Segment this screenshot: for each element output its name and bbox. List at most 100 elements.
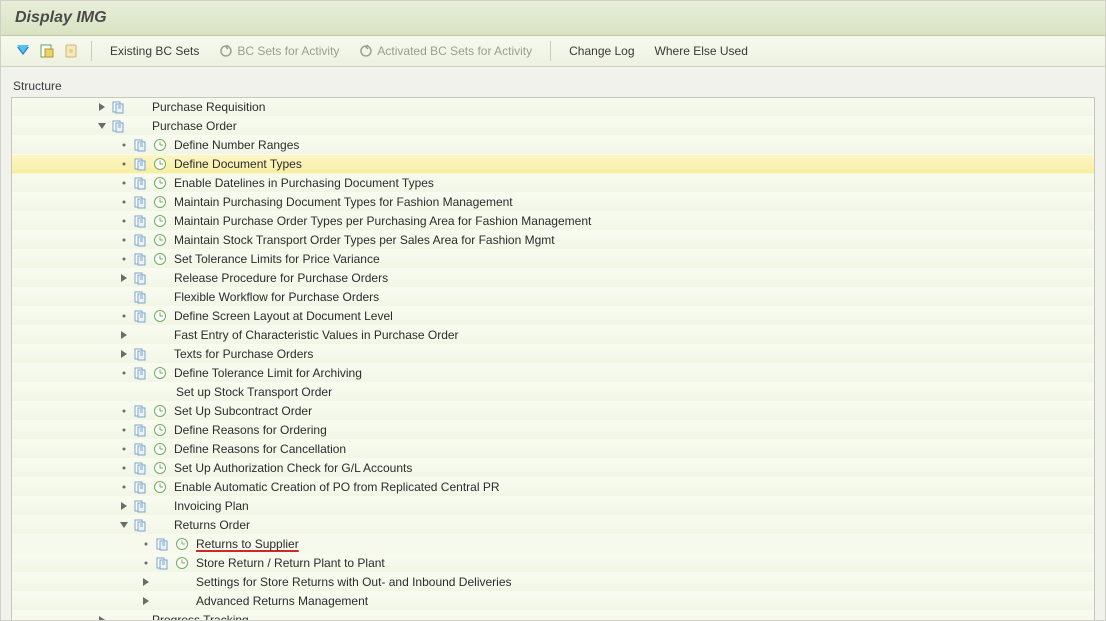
img-activity-execute-icon[interactable]	[152, 460, 168, 476]
tree-row[interactable]: Set up Stock Transport Order	[12, 383, 1094, 402]
img-activity-execute-icon[interactable]	[152, 194, 168, 210]
img-activity-execute-icon[interactable]	[152, 213, 168, 229]
img-activity-execute-icon[interactable]	[152, 251, 168, 267]
tree-node-label[interactable]: Purchase Requisition	[150, 98, 265, 116]
activated-bc-sets-for-activity-button[interactable]: Activated BC Sets for Activity	[351, 40, 540, 62]
execute-icon[interactable]	[37, 41, 57, 61]
img-activity-doc-icon[interactable]	[132, 346, 148, 362]
lock-icon[interactable]	[61, 41, 81, 61]
tree-node-label[interactable]: Define Reasons for Ordering	[172, 421, 327, 439]
tree-node-label[interactable]: Define Document Types	[172, 155, 302, 173]
bc-sets-for-activity-button[interactable]: BC Sets for Activity	[211, 40, 347, 62]
tree-node-label[interactable]: Purchase Order	[150, 117, 237, 135]
img-activity-execute-icon[interactable]	[152, 175, 168, 191]
img-activity-execute-icon[interactable]	[152, 156, 168, 172]
tree-node-label[interactable]: Maintain Purchase Order Types per Purcha…	[172, 212, 591, 230]
expand-all-icon[interactable]	[13, 41, 33, 61]
img-activity-doc-icon[interactable]	[132, 308, 148, 324]
tree-node-label[interactable]: Invoicing Plan	[172, 497, 249, 515]
tree-row[interactable]: Flexible Workflow for Purchase Orders	[12, 288, 1094, 307]
tree-node-label[interactable]: Enable Automatic Creation of PO from Rep…	[172, 478, 500, 496]
tree-node-label[interactable]: Set Tolerance Limits for Price Variance	[172, 250, 380, 268]
img-activity-doc-icon[interactable]	[132, 156, 148, 172]
tree-node-label[interactable]: Define Tolerance Limit for Archiving	[172, 364, 362, 382]
tree-node-label[interactable]: Texts for Purchase Orders	[172, 345, 313, 363]
img-activity-doc-icon[interactable]	[110, 99, 126, 115]
img-activity-doc-icon[interactable]	[132, 403, 148, 419]
img-activity-doc-icon[interactable]	[132, 270, 148, 286]
tree-row[interactable]: Define Number Ranges	[12, 136, 1094, 155]
tree-row[interactable]: Define Screen Layout at Document Level	[12, 307, 1094, 326]
tree-node-label[interactable]: Define Reasons for Cancellation	[172, 440, 346, 458]
img-activity-doc-icon[interactable]	[132, 498, 148, 514]
tree-row[interactable]: Release Procedure for Purchase Orders	[12, 269, 1094, 288]
tree-node-label[interactable]: Fast Entry of Characteristic Values in P…	[172, 326, 459, 344]
expand-icon[interactable]	[96, 614, 108, 621]
tree-row[interactable]: Invoicing Plan	[12, 497, 1094, 516]
tree-row[interactable]: Maintain Purchasing Document Types for F…	[12, 193, 1094, 212]
img-activity-execute-icon[interactable]	[152, 422, 168, 438]
img-activity-execute-icon[interactable]	[152, 403, 168, 419]
tree-node-label[interactable]: Flexible Workflow for Purchase Orders	[172, 288, 379, 306]
img-activity-doc-icon[interactable]	[132, 479, 148, 495]
img-activity-doc-icon[interactable]	[132, 460, 148, 476]
img-activity-execute-icon[interactable]	[152, 232, 168, 248]
tree-row[interactable]: Texts for Purchase Orders	[12, 345, 1094, 364]
img-activity-doc-icon[interactable]	[110, 118, 126, 134]
tree-node-label[interactable]: Returns to Supplier	[194, 535, 299, 553]
expand-icon[interactable]	[118, 272, 130, 284]
change-log-button[interactable]: Change Log	[561, 40, 642, 62]
img-activity-execute-icon[interactable]	[152, 479, 168, 495]
tree-node-label[interactable]: Advanced Returns Management	[194, 592, 368, 610]
tree-row[interactable]: Set Up Subcontract Order	[12, 402, 1094, 421]
tree-node-label[interactable]: Set Up Authorization Check for G/L Accou…	[172, 459, 412, 477]
tree-node-label[interactable]: Progress Tracking	[150, 611, 249, 621]
tree-node-label[interactable]: Define Screen Layout at Document Level	[172, 307, 393, 325]
img-activity-execute-icon[interactable]	[152, 365, 168, 381]
tree-row[interactable]: Returns to Supplier	[12, 535, 1094, 554]
img-activity-doc-icon[interactable]	[132, 422, 148, 438]
tree-row[interactable]: Returns Order	[12, 516, 1094, 535]
tree-row[interactable]: Purchase Order	[12, 117, 1094, 136]
expand-icon[interactable]	[118, 348, 130, 360]
img-activity-execute-icon[interactable]	[152, 308, 168, 324]
img-activity-doc-icon[interactable]	[132, 289, 148, 305]
tree-node-label[interactable]: Set up Stock Transport Order	[174, 383, 332, 401]
img-activity-doc-icon[interactable]	[132, 137, 148, 153]
tree-row[interactable]: Maintain Stock Transport Order Types per…	[12, 231, 1094, 250]
tree-node-label[interactable]: Settings for Store Returns with Out- and…	[194, 573, 512, 591]
img-activity-doc-icon[interactable]	[132, 517, 148, 533]
tree-node-label[interactable]: Store Return / Return Plant to Plant	[194, 554, 385, 572]
tree-row[interactable]: Enable Datelines in Purchasing Document …	[12, 174, 1094, 193]
tree-row[interactable]: Fast Entry of Characteristic Values in P…	[12, 326, 1094, 345]
img-activity-execute-icon[interactable]	[152, 137, 168, 153]
img-activity-doc-icon[interactable]	[154, 536, 170, 552]
tree-row[interactable]: Define Tolerance Limit for Archiving	[12, 364, 1094, 383]
tree-row[interactable]: Purchase Requisition	[12, 98, 1094, 117]
where-else-used-button[interactable]: Where Else Used	[647, 40, 756, 62]
tree-row[interactable]: Set Tolerance Limits for Price Variance	[12, 250, 1094, 269]
tree-row[interactable]: Define Reasons for Ordering	[12, 421, 1094, 440]
tree-row[interactable]: Enable Automatic Creation of PO from Rep…	[12, 478, 1094, 497]
img-activity-doc-icon[interactable]	[132, 251, 148, 267]
img-activity-doc-icon[interactable]	[132, 194, 148, 210]
collapse-icon[interactable]	[96, 120, 108, 132]
tree-row[interactable]: Settings for Store Returns with Out- and…	[12, 573, 1094, 592]
expand-icon[interactable]	[118, 500, 130, 512]
tree-row[interactable]: Advanced Returns Management	[12, 592, 1094, 611]
expand-icon[interactable]	[140, 595, 152, 607]
tree-row[interactable]: Define Reasons for Cancellation	[12, 440, 1094, 459]
tree-node-label[interactable]: Maintain Purchasing Document Types for F…	[172, 193, 513, 211]
img-activity-doc-icon[interactable]	[132, 213, 148, 229]
img-activity-doc-icon[interactable]	[132, 365, 148, 381]
tree-node-label[interactable]: Returns Order	[172, 516, 250, 534]
tree-node-label[interactable]: Set Up Subcontract Order	[172, 402, 312, 420]
tree-node-label[interactable]: Maintain Stock Transport Order Types per…	[172, 231, 555, 249]
img-activity-doc-icon[interactable]	[132, 441, 148, 457]
tree-node-label[interactable]: Enable Datelines in Purchasing Document …	[172, 174, 434, 192]
expand-icon[interactable]	[118, 329, 130, 341]
collapse-icon[interactable]	[118, 519, 130, 531]
tree-row[interactable]: Define Document Types	[12, 155, 1094, 174]
img-tree[interactable]: Purchase RequisitionPurchase OrderDefine…	[12, 98, 1094, 621]
img-activity-doc-icon[interactable]	[154, 555, 170, 571]
